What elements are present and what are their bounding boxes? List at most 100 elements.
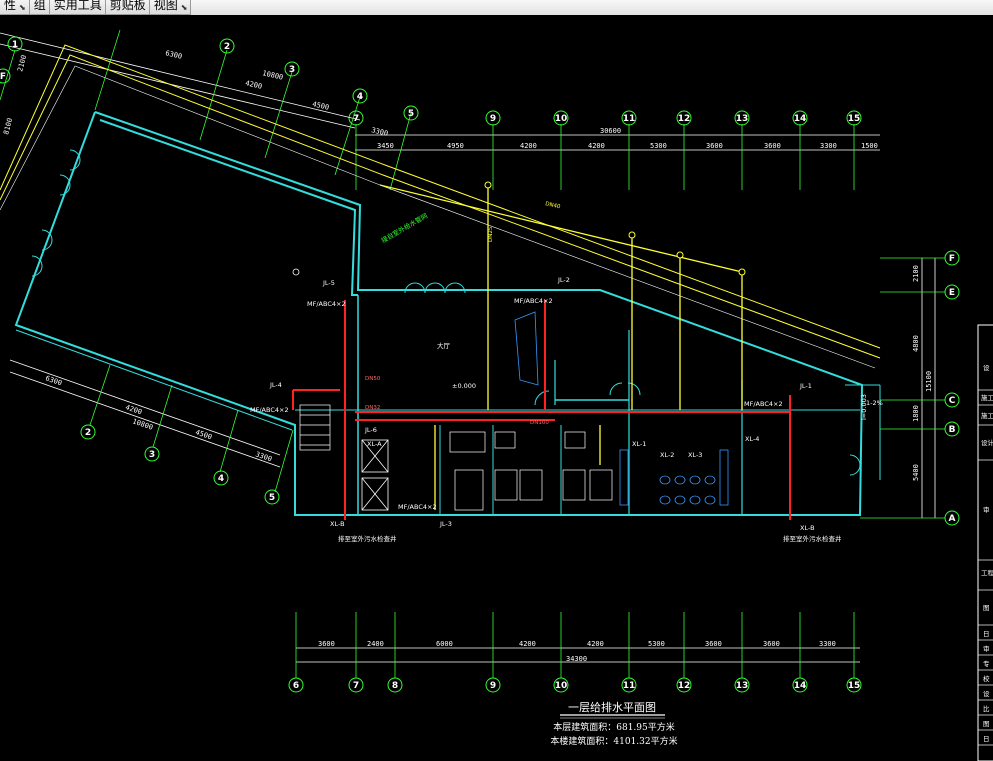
top-dim-text: 3600 bbox=[764, 142, 781, 150]
top-dim-text: 4950 bbox=[447, 142, 464, 150]
lower-axis-bubbles: 2 3 4 5 bbox=[80, 424, 280, 505]
axis-bubble: 9 bbox=[485, 677, 501, 693]
floor-plan-drawing[interactable]: 30600 3450 4950 4200 4200 5300 3600 3600… bbox=[0, 15, 993, 761]
bottom-dim-text: 4200 bbox=[519, 640, 536, 648]
ribbon-group-view[interactable]: 视图 ⬊ bbox=[150, 0, 192, 15]
building-area-note: 本楼建筑面积：4101.32平方米 bbox=[550, 735, 677, 747]
drain-outlet-label: 排至室外污水检查井 bbox=[783, 534, 842, 543]
svg-text:10: 10 bbox=[555, 114, 568, 124]
drawing-canvas[interactable]: 30600 3450 4950 4200 4200 5300 3600 3600… bbox=[0, 15, 993, 761]
bottom-total-dimension: 34300 bbox=[566, 655, 587, 663]
ribbon-group-view-label: 视图 bbox=[153, 0, 178, 12]
right-dim-text: 5400 bbox=[912, 464, 920, 481]
axis-bubble: E bbox=[944, 284, 960, 300]
axis-bubble: 11 bbox=[621, 110, 637, 126]
axis-bubble: 3 bbox=[144, 446, 160, 462]
ribbon-group-utilities-label: 实用工具 bbox=[53, 0, 102, 12]
axis-bubble: 1 bbox=[7, 36, 23, 52]
floor-area-note: 本层建筑面积：681.95平方米 bbox=[553, 721, 675, 733]
bottom-dim-text: 3600 bbox=[763, 640, 780, 648]
top-total-dimension: 30600 bbox=[600, 127, 621, 135]
title-block-label: 日 bbox=[983, 735, 990, 743]
door-swings bbox=[31, 149, 861, 476]
axis-bubble: 15 bbox=[846, 110, 862, 126]
ribbon-group-clipboard[interactable]: 剪贴板 bbox=[106, 0, 150, 15]
riser-label: JL-5 bbox=[322, 279, 335, 287]
svg-text:14: 14 bbox=[794, 114, 807, 124]
axis-bubble: 7 bbox=[348, 677, 364, 693]
svg-text:C: C bbox=[949, 396, 956, 406]
axis-bubble: 13 bbox=[734, 677, 750, 693]
svg-text:11: 11 bbox=[623, 114, 636, 124]
title-block-label: 审 bbox=[983, 644, 990, 653]
svg-text:5: 5 bbox=[408, 109, 414, 119]
axis-bubble: 2 bbox=[219, 38, 235, 54]
axis-bubble: 12 bbox=[676, 110, 692, 126]
pipe-label: DN32 bbox=[365, 405, 380, 411]
title-block-label: 图 bbox=[983, 604, 990, 612]
lower-dim-text: 10800 bbox=[131, 417, 154, 431]
extinguisher-label: MF/ABC4×2 bbox=[250, 406, 289, 414]
svg-text:7: 7 bbox=[353, 681, 359, 691]
upper-dim-text: 6300 bbox=[165, 49, 183, 61]
svg-text:12: 12 bbox=[678, 681, 691, 691]
axis-bubble: 12 bbox=[676, 677, 692, 693]
svg-text:F: F bbox=[949, 254, 955, 264]
upper-dim-text: 3300 bbox=[371, 126, 389, 138]
axis-bubble: 10 bbox=[553, 110, 569, 126]
water-source-label: 接自室外给水管网 bbox=[380, 211, 430, 245]
title-block-label: 设计 bbox=[981, 438, 993, 447]
axis-bubble: F bbox=[0, 68, 11, 84]
extinguisher-label: MF/ABC4×2 bbox=[307, 300, 346, 308]
title-block-label: 施工 bbox=[981, 393, 993, 402]
ribbon-toolbar: 性 ⬊ 组 实用工具 剪贴板 视图 ⬊ bbox=[0, 0, 993, 15]
axis-bubble: F bbox=[944, 250, 960, 266]
riser-label: XL-B bbox=[800, 524, 815, 532]
riser-label: XL-B bbox=[330, 520, 345, 528]
top-dim-text: 1500 bbox=[861, 142, 878, 150]
axis-bubble: A bbox=[944, 510, 960, 526]
top-dim-text: 3600 bbox=[706, 142, 723, 150]
building-walls bbox=[14, 111, 881, 516]
bottom-dim-text: 5300 bbox=[648, 640, 665, 648]
ribbon-group-properties[interactable]: 性 ⬊ bbox=[0, 0, 30, 15]
svg-text:9: 9 bbox=[490, 114, 496, 124]
pipe-size-labels: DN50 DN32 DN100 DN25 DN40 i=0.003 bbox=[365, 201, 868, 426]
svg-text:12: 12 bbox=[678, 114, 691, 124]
riser-label: XL-1 bbox=[632, 440, 646, 448]
elevation-label: ±0.000 bbox=[452, 382, 476, 390]
lower-dim-texts: 6300 4200 10800 4500 3300 bbox=[44, 374, 273, 463]
axis-bubble: 14 bbox=[792, 110, 808, 126]
svg-text:9: 9 bbox=[490, 681, 496, 691]
axis-bubble: 10 bbox=[553, 677, 569, 693]
svg-text:6: 6 bbox=[293, 681, 299, 691]
title-block-label: 日 bbox=[983, 630, 990, 638]
axis-bubble: 2 bbox=[80, 424, 96, 440]
svg-text:F: F bbox=[0, 72, 6, 82]
upper-rotated-axis-lines bbox=[0, 29, 412, 191]
office-furniture bbox=[449, 431, 613, 511]
axis-bubble: 5 bbox=[403, 105, 419, 121]
right-dim-text: 4800 bbox=[912, 335, 920, 352]
title-block-label: 设 bbox=[983, 363, 990, 372]
riser-label: XL-3 bbox=[688, 451, 702, 459]
elevators bbox=[361, 439, 389, 511]
bottom-dim-texts: 3600 2400 6000 4200 4200 5300 3600 3600 … bbox=[318, 640, 836, 663]
right-dim-texts: 2100 4800 1800 5400 15100 bbox=[912, 265, 933, 481]
top-dim-text: 5300 bbox=[650, 142, 667, 150]
bottom-dim-text: 3300 bbox=[819, 640, 836, 648]
svg-text:8: 8 bbox=[392, 681, 398, 691]
riser-label: JL-6 bbox=[364, 426, 377, 434]
left-vertical-dim: 2100 bbox=[16, 54, 28, 72]
ribbon-group-utilities[interactable]: 实用工具 bbox=[50, 0, 106, 15]
dialog-launcher-icon[interactable]: ⬊ bbox=[181, 0, 188, 15]
svg-text:11: 11 bbox=[623, 681, 636, 691]
pipe-label: i=0.003 bbox=[860, 394, 868, 420]
axis-bubble: 5 bbox=[264, 489, 280, 505]
svg-text:2: 2 bbox=[85, 428, 91, 438]
pipe-label: DN100 bbox=[530, 420, 549, 426]
axis-bubble: 9 bbox=[485, 110, 501, 126]
ribbon-group-groups[interactable]: 组 bbox=[30, 0, 50, 15]
bottom-dim-text: 2400 bbox=[367, 640, 384, 648]
dialog-launcher-icon[interactable]: ⬊ bbox=[19, 0, 26, 15]
